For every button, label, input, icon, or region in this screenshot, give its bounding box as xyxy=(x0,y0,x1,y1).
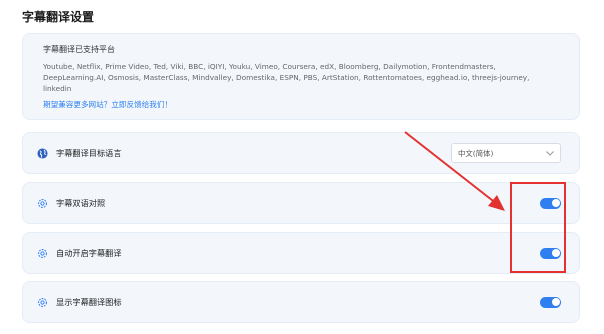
supported-platforms-title: 字幕翻译已支持平台 xyxy=(43,45,115,54)
gear-icon xyxy=(37,198,48,209)
page-title: 字幕翻译设置 xyxy=(22,10,95,24)
chevron-down-icon xyxy=(546,149,554,158)
target-language-row: 字幕翻译目标语言 中文(简体) xyxy=(22,132,580,174)
show-icon-label: 显示字幕翻译图标 xyxy=(56,297,122,307)
gear-icon xyxy=(37,248,48,259)
auto-translate-label: 自动开启字幕翻译 xyxy=(56,248,122,258)
target-language-label: 字幕翻译目标语言 xyxy=(56,148,122,158)
feedback-link[interactable]: 期望兼容更多网站？立即反馈给我们！ xyxy=(43,99,559,110)
supported-platforms-list: Youtube, Netflix, Prime Video, Ted, Viki… xyxy=(43,62,530,93)
bilingual-row: 字幕双语对照 xyxy=(22,182,580,224)
bilingual-label: 字幕双语对照 xyxy=(56,198,106,208)
show-icon-toggle[interactable] xyxy=(540,296,561,308)
auto-translate-row: 自动开启字幕翻译 xyxy=(22,232,580,274)
target-language-value: 中文(简体) xyxy=(458,148,494,158)
supported-platforms-card: 字幕翻译已支持平台 Youtube, Netflix, Prime Video,… xyxy=(22,33,580,120)
show-icon-row: 显示字幕翻译图标 xyxy=(22,281,580,323)
globe-icon xyxy=(37,147,48,159)
gear-icon xyxy=(37,297,48,308)
annotation-highlight-box xyxy=(510,182,566,273)
target-language-select[interactable]: 中文(简体) xyxy=(451,143,561,163)
